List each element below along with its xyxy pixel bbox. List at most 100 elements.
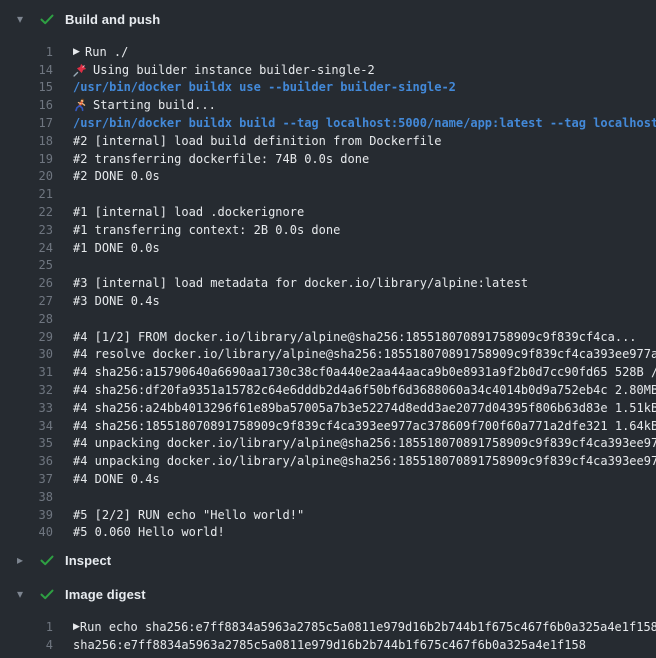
log-line: 16 Starting build... (0, 96, 656, 114)
line-number[interactable]: 40 (0, 525, 53, 539)
line-text: #5 [2/2] RUN echo "Hello world!" (73, 508, 304, 522)
line-text: Starting build... (73, 98, 216, 112)
line-number[interactable]: 33 (0, 401, 53, 415)
line-number[interactable]: 17 (0, 116, 53, 130)
line-number[interactable]: 15 (0, 80, 53, 94)
line-text: #4 sha256:a15790640a6690aa1730c38cf0a440… (73, 365, 656, 379)
step-title: Image digest (65, 587, 146, 602)
check-icon (39, 552, 55, 568)
log-line: 31 #4 sha256:a15790640a6690aa1730c38cf0a4… (0, 363, 656, 381)
line-number[interactable]: 22 (0, 205, 53, 219)
check-icon (39, 11, 55, 27)
log-line: 30#4 resolve docker.io/library/alpine@sh… (0, 346, 656, 364)
line-number[interactable]: 16 (0, 98, 53, 112)
line-number[interactable]: 30 (0, 347, 53, 361)
log-line: 27 #3 DONE 0.4s (0, 292, 656, 310)
log-line: 34#4 sha256:185518070891758909c9f839cf4c… (0, 417, 656, 435)
line-number[interactable]: 23 (0, 223, 53, 237)
line-text: #3 DONE 0.4s (73, 294, 160, 308)
line-number[interactable]: 31 (0, 365, 53, 379)
log-lines: 1 ▶Run ./ 14 Using builder instance builder… (0, 43, 656, 541)
log-lines: 1 ▶Run echo sha256:e7ff8834a5963a2785c5a0… (0, 618, 656, 654)
line-text: #4 unpacking docker.io/library/alpine@sh… (73, 436, 656, 450)
line-number[interactable]: 1 (0, 45, 53, 59)
expand-toggle-icon[interactable]: ▶ (73, 622, 80, 632)
line-text: #4 unpacking docker.io/library/alpine@sh… (73, 454, 656, 468)
step-header-image-digest[interactable]: ▾ Image digest (0, 579, 656, 609)
line-text: #4 sha256:df20fa9351a15782c64e6dddb2d4a6… (73, 383, 656, 397)
expand-toggle-icon[interactable]: ▶ (73, 47, 85, 57)
check-icon (39, 586, 55, 602)
line-number[interactable]: 19 (0, 152, 53, 166)
log-line: 20 #2 DONE 0.0s (0, 168, 656, 186)
line-text: #4 sha256:a24bb4013296f61e89ba57005a7b3e… (73, 401, 656, 415)
chevron-down-icon[interactable]: ▾ (17, 588, 31, 600)
log-line: 32 #4 sha256:df20fa9351a15782c64e6dddb2d4… (0, 381, 656, 399)
step-groups: ▾Build and push1▶Run ./14Using builder i… (0, 4, 656, 654)
line-number[interactable]: 39 (0, 508, 53, 522)
step-group-image-digest: ▾ Image digest 1 ▶Run echo sha256:e7ff8834a… (0, 579, 656, 654)
line-text: #2 DONE 0.0s (73, 169, 160, 183)
line-text: #2 [internal] load build definition from… (73, 134, 441, 148)
line-text: #2 transferring dockerfile: 74B 0.0s don… (73, 152, 369, 166)
line-text: #1 [internal] load .dockerignore (73, 205, 304, 219)
log-line: 23 #1 transferring context: 2B 0.0s done (0, 221, 656, 239)
line-number[interactable]: 24 (0, 241, 53, 255)
line-number[interactable]: 14 (0, 63, 53, 77)
log-line: 1 ▶Run echo sha256:e7ff8834a5963a2785c5a0… (0, 618, 656, 636)
log-line: 22 #1 [internal] load .dockerignore (0, 203, 656, 221)
log-line: 37 #4 DONE 0.4s (0, 470, 656, 488)
line-text: #3 [internal] load metadata for docker.i… (73, 276, 528, 290)
line-text: #1 DONE 0.0s (73, 241, 160, 255)
line-text: #4 [1/2] FROM docker.io/library/alpine@s… (73, 330, 637, 344)
line-text: #1 transferring context: 2B 0.0s done (73, 223, 340, 237)
line-message: Using builder instance builder-single-2 (93, 63, 375, 77)
line-number[interactable]: 28 (0, 312, 53, 326)
pushpin-icon (73, 63, 87, 77)
line-number[interactable]: 37 (0, 472, 53, 486)
chevron-down-icon[interactable]: ▾ (17, 13, 31, 25)
line-text: Using builder instance builder-single-2 (73, 63, 375, 77)
line-number[interactable]: 18 (0, 134, 53, 148)
line-number[interactable]: 21 (0, 187, 53, 201)
line-text: #4 DONE 0.4s (73, 472, 160, 486)
chevron-right-icon[interactable]: ▸ (17, 554, 31, 566)
log-line: 33 #4 sha256:a24bb4013296f61e89ba57005a7b… (0, 399, 656, 417)
line-text: sha256:e7ff8834a5963a2785c5a0811e979d16b… (73, 638, 586, 652)
log-line: 35 #4 unpacking docker.io/library/alpine@… (0, 435, 656, 453)
log-line: 36 #4 unpacking docker.io/library/alpine@… (0, 452, 656, 470)
log-line: 40 #5 0.060 Hello world! (0, 524, 656, 542)
line-number[interactable]: 29 (0, 330, 53, 344)
line-number[interactable]: 27 (0, 294, 53, 308)
line-number[interactable]: 35 (0, 436, 53, 450)
log-line: 19 #2 transferring dockerfile: 74B 0.0s d… (0, 150, 656, 168)
log-line: 4 sha256:e7ff8834a5963a2785c5a0811e979d16… (0, 636, 656, 654)
line-number[interactable]: 38 (0, 490, 53, 504)
run-command-text: Run echo sha256:e7ff8834a5963a2785c5a081… (80, 620, 656, 634)
log-line: 14 Using builder instance builder-single-… (0, 61, 656, 79)
line-text: /usr/bin/docker buildx build --tag local… (73, 116, 656, 130)
line-number[interactable]: 36 (0, 454, 53, 468)
line-text: ▶Run ./ (73, 45, 128, 59)
step-title: Inspect (65, 553, 111, 568)
step-header-build-and-push[interactable]: ▾Build and push (0, 4, 656, 34)
line-text: /usr/bin/docker buildx use --builder bui… (73, 80, 456, 94)
run-command-text: Run ./ (85, 45, 128, 59)
line-number[interactable]: 32 (0, 383, 53, 397)
line-number[interactable]: 25 (0, 258, 53, 272)
line-number[interactable]: 1 (0, 620, 53, 634)
line-number[interactable]: 34 (0, 419, 53, 433)
log-line: 17/usr/bin/docker buildx build --tag loc… (0, 114, 656, 132)
actions-log-viewer: ▾Build and push1▶Run ./14Using builder i… (0, 0, 656, 658)
log-line: 26 #3 [internal] load metadata for docker… (0, 274, 656, 292)
log-line: 21 (0, 185, 656, 203)
line-text: #5 0.060 Hello world! (73, 525, 225, 539)
step-group-build-and-push: ▾Build and push 1 ▶Run ./ 14 Using builder i… (0, 4, 656, 541)
step-header-inspect[interactable]: ▸ Inspect (0, 545, 656, 575)
line-number[interactable]: 20 (0, 169, 53, 183)
line-text: ▶Run echo sha256:e7ff8834a5963a2785c5a08… (73, 620, 656, 634)
line-number[interactable]: 26 (0, 276, 53, 290)
log-line: 24 #1 DONE 0.0s (0, 239, 656, 257)
log-line: 1 ▶Run ./ (0, 43, 656, 61)
line-number[interactable]: 4 (0, 638, 53, 652)
